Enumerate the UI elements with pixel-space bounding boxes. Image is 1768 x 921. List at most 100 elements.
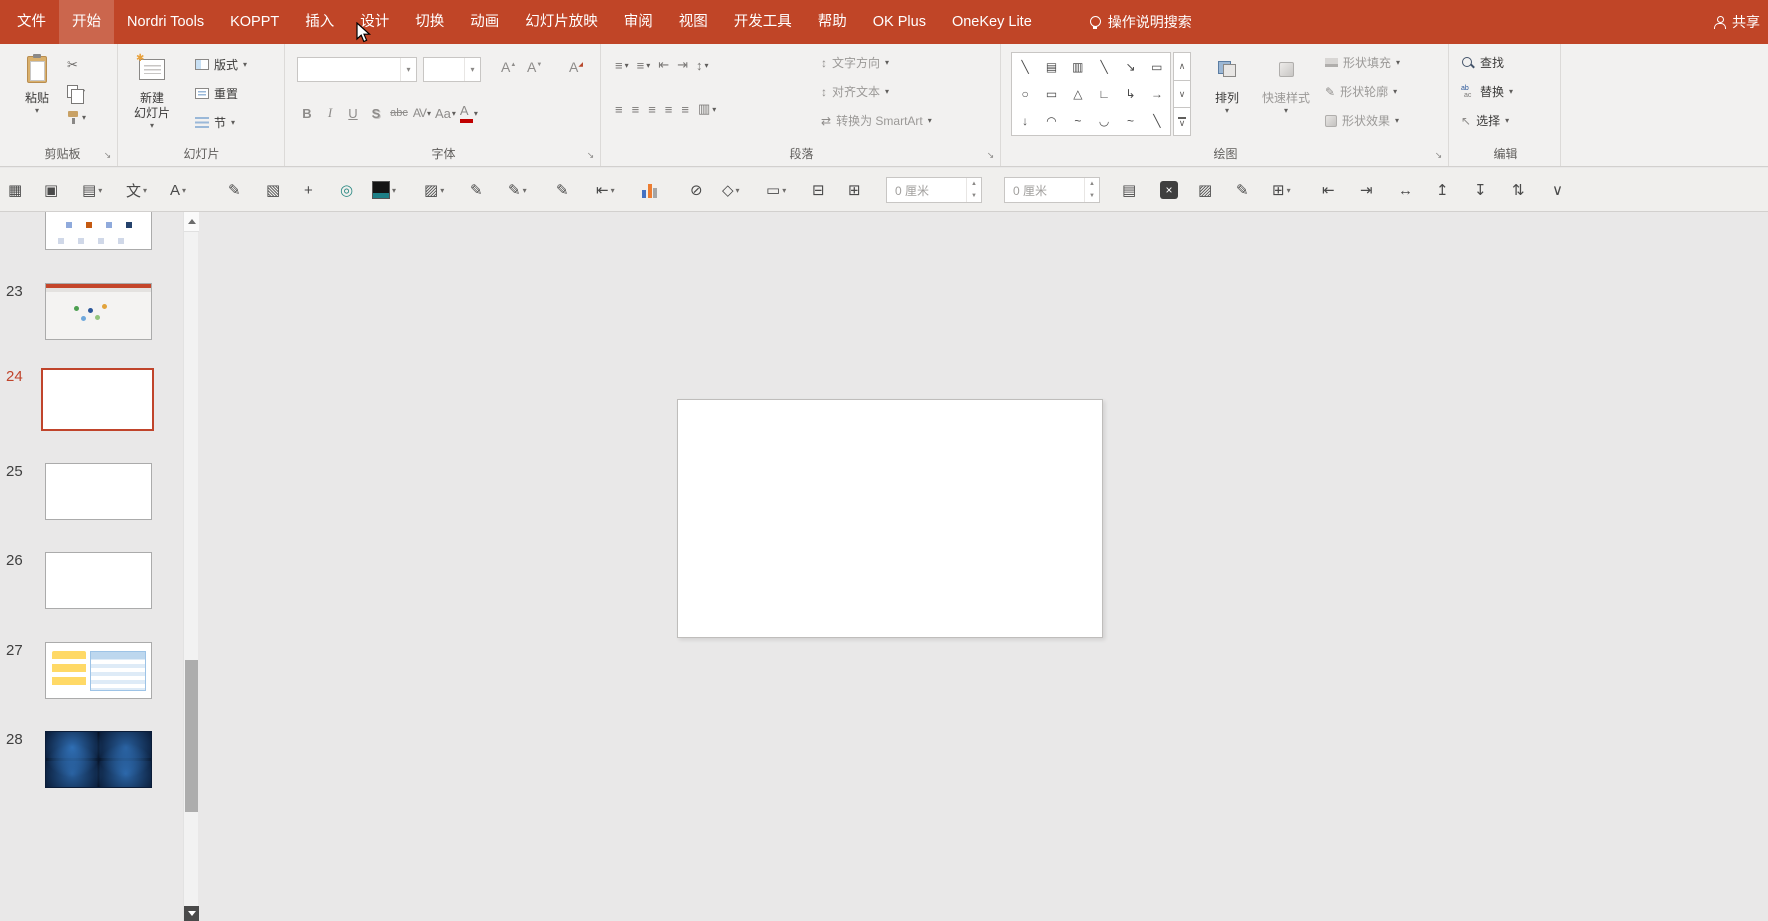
- clipboard-dialog-launcher[interactable]: ↘: [101, 149, 114, 162]
- shape-gallery-more-button[interactable]: ∨: [1173, 108, 1191, 137]
- freeform-shape[interactable]: ◠: [1038, 108, 1064, 135]
- select-button[interactable]: ↖ 选择 ▾: [1461, 106, 1513, 135]
- increase-font-size-button[interactable]: A: [501, 59, 516, 75]
- shape-effects-button[interactable]: 形状效果 ▾: [1325, 106, 1400, 135]
- height-spinner[interactable]: 0 厘米 ▲ ▼: [1004, 177, 1100, 203]
- distribute-horizontal-icon[interactable]: ↔: [1398, 176, 1413, 204]
- format-painter-button[interactable]: ▾: [64, 104, 89, 130]
- quick-styles-button[interactable]: 快速样式 ▾: [1255, 47, 1317, 143]
- oval-shape[interactable]: ○: [1012, 80, 1038, 107]
- arrow-line-shape[interactable]: ↘: [1117, 53, 1143, 80]
- highlight-pen-icon[interactable]: ✎: [556, 176, 569, 204]
- elbow-arrow-connector-shape[interactable]: ↳: [1117, 80, 1143, 107]
- font-color-button[interactable]: A ▾: [459, 101, 479, 125]
- scribble-shape[interactable]: ~: [1065, 108, 1091, 135]
- text-box-shape[interactable]: ▤: [1038, 53, 1064, 80]
- down-arrow-shape[interactable]: ↓: [1012, 108, 1038, 135]
- slide-thumbnail-27[interactable]: [45, 642, 152, 699]
- align-center-button[interactable]: ≡: [632, 102, 640, 117]
- slide-canvas[interactable]: [200, 212, 1768, 921]
- line-shape-3[interactable]: ╲: [1144, 108, 1170, 135]
- position-tool-1[interactable]: ⊟: [812, 176, 825, 204]
- strikethrough-button[interactable]: abc: [389, 101, 409, 125]
- align-objects-left-icon[interactable]: ⇤: [1322, 176, 1335, 204]
- keyboard-icon[interactable]: ▤: [1122, 176, 1136, 204]
- font-name-dropdown[interactable]: ▾: [400, 58, 416, 81]
- scrollbar-thumb[interactable]: [185, 660, 198, 812]
- scroll-down-button[interactable]: [184, 906, 199, 921]
- bold-button[interactable]: B: [297, 101, 317, 125]
- elbow-connector-shape[interactable]: ∟: [1091, 80, 1117, 107]
- reset-button[interactable]: 重置: [195, 79, 247, 108]
- cut-button[interactable]: ✂: [64, 52, 81, 78]
- skew-tool[interactable]: ▭ ▾: [766, 176, 786, 204]
- text-box-tool[interactable]: ▤ ▾: [82, 176, 102, 204]
- font-format-tool[interactable]: A ▾: [170, 176, 186, 204]
- shape-gallery-up-button[interactable]: ∧: [1173, 52, 1191, 81]
- anchor-icon[interactable]: +: [304, 176, 313, 204]
- slide-master-icon[interactable]: ▣: [44, 176, 58, 204]
- align-text-button[interactable]: ↕ 对齐文本 ▾: [821, 77, 932, 106]
- shape-outline-button[interactable]: ✎ 形状轮廓 ▾: [1325, 77, 1400, 106]
- font-size-combo[interactable]: ▾: [423, 57, 481, 82]
- toolbar-more-chevron[interactable]: ∨: [1552, 176, 1563, 204]
- slide-thumbnail-24[interactable]: [41, 368, 154, 431]
- shape-picker-tool[interactable]: ◇ ▾: [722, 176, 740, 204]
- shape-gallery-down-button[interactable]: ∨: [1173, 80, 1191, 109]
- width-spinner[interactable]: 0 厘米 ▲ ▼: [886, 177, 982, 203]
- decrease-font-size-button[interactable]: A: [527, 59, 542, 75]
- align-objects-right-icon[interactable]: ⇥: [1360, 176, 1373, 204]
- justify-button[interactable]: ≡: [665, 102, 673, 117]
- slide-thumbnail-partial[interactable]: [45, 212, 152, 250]
- tab-koppt[interactable]: KOPPT: [217, 0, 292, 44]
- clear-formatting-button[interactable]: A: [569, 59, 583, 75]
- tell-me-search[interactable]: 操作说明搜索: [1079, 0, 1202, 44]
- height-spinner-down[interactable]: ▼: [1085, 190, 1099, 202]
- eyedropper-icon[interactable]: ✎: [470, 176, 483, 204]
- tab-slideshow[interactable]: 幻灯片放映: [512, 0, 611, 44]
- change-case-button[interactable]: Aa ▾: [435, 101, 456, 125]
- line-spacing-button[interactable]: ↕ ▾: [696, 58, 709, 73]
- tab-nordri-tools[interactable]: Nordri Tools: [114, 0, 217, 44]
- character-spacing-button[interactable]: AV ▾: [412, 101, 432, 125]
- width-spinner-down[interactable]: ▼: [967, 190, 981, 202]
- height-spinner-up[interactable]: ▲: [1085, 178, 1099, 190]
- tab-animations[interactable]: 动画: [457, 0, 512, 44]
- font-dialog-launcher[interactable]: ↘: [584, 149, 597, 162]
- vertical-text-tool[interactable]: 文 ▾: [126, 176, 147, 204]
- slide-thumbnail-25[interactable]: [45, 463, 152, 520]
- decrease-indent-button[interactable]: ⇤: [658, 57, 669, 73]
- fill-color-tool[interactable]: ▨ ▾: [424, 176, 444, 204]
- numbering-button[interactable]: ≡ ▾: [637, 58, 651, 73]
- align-left-button[interactable]: ≡: [615, 102, 623, 117]
- current-slide[interactable]: [677, 399, 1103, 638]
- underline-button[interactable]: U: [343, 101, 363, 125]
- increase-indent-button[interactable]: ⇥: [677, 57, 688, 73]
- tab-home[interactable]: 开始: [59, 0, 114, 44]
- arrange-button[interactable]: 排列 ▾: [1203, 47, 1251, 143]
- replace-button[interactable]: ab ac 替换 ▾: [1461, 77, 1513, 106]
- tab-view[interactable]: 视图: [666, 0, 721, 44]
- ellipse-tool-icon[interactable]: ◎: [340, 176, 353, 204]
- paste-button[interactable]: 粘贴 ▾: [14, 47, 60, 143]
- width-spinner-up[interactable]: ▲: [967, 178, 981, 190]
- text-shadow-button[interactable]: S: [366, 101, 386, 125]
- border-tool[interactable]: ⊞ ▾: [1272, 176, 1291, 204]
- normal-view-icon[interactable]: ▦: [8, 176, 22, 204]
- paste-special-icon[interactable]: ▨: [1198, 176, 1212, 204]
- theme-color-swatch[interactable]: ▾: [372, 176, 396, 204]
- tab-ok-plus[interactable]: OK Plus: [860, 0, 939, 44]
- arc-shape[interactable]: ◡: [1091, 108, 1117, 135]
- slide-thumbnail-28[interactable]: [45, 731, 152, 788]
- curve-shape[interactable]: ~: [1117, 108, 1143, 135]
- slide-thumbnail-23[interactable]: [45, 283, 152, 340]
- line-shape[interactable]: ╲: [1012, 53, 1038, 80]
- scroll-up-button[interactable]: [184, 212, 199, 232]
- format-brush-icon[interactable]: ✎: [228, 176, 241, 204]
- triangle-shape[interactable]: △: [1065, 80, 1091, 107]
- format-paint-icon[interactable]: ✎: [1236, 176, 1249, 204]
- line-shape-2[interactable]: ╲: [1091, 53, 1117, 80]
- insert-picture-icon[interactable]: ▧: [266, 176, 280, 204]
- new-slide-button[interactable]: 新建 幻灯片 ▾: [123, 47, 181, 143]
- position-tool-2[interactable]: ⊞: [848, 176, 861, 204]
